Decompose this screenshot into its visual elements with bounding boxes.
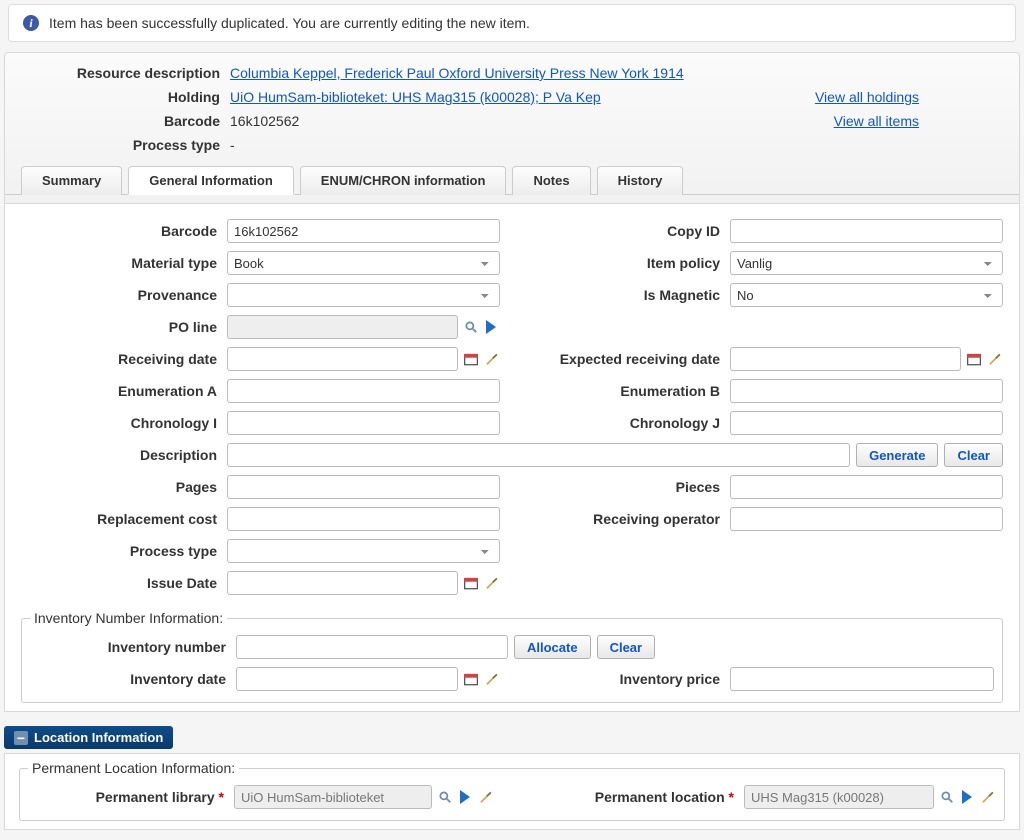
permanent-location-fieldset: Permanent Location Information: Permanen… bbox=[19, 760, 1005, 821]
tab-general-information[interactable]: General Information bbox=[128, 166, 294, 195]
general-information-form: Barcode Copy ID Material type Book Item … bbox=[4, 204, 1020, 712]
inventory-number-label: Inventory number bbox=[30, 639, 236, 655]
resource-description-link[interactable]: Columbia Keppel, Frederick Paul Oxford U… bbox=[230, 65, 684, 81]
info-icon: i bbox=[23, 15, 39, 31]
expected-receiving-date-input[interactable] bbox=[730, 347, 961, 371]
broom-icon[interactable] bbox=[482, 574, 500, 592]
clear-inventory-button[interactable]: Clear bbox=[597, 635, 656, 659]
pieces-input[interactable] bbox=[730, 475, 1003, 499]
search-icon[interactable] bbox=[938, 788, 956, 806]
view-all-items-link[interactable]: View all items bbox=[834, 113, 919, 129]
process-type-header-label: Process type bbox=[35, 137, 230, 153]
holding-link[interactable]: UiO HumSam-biblioteket: UHS Mag315 (k000… bbox=[230, 89, 601, 105]
chronology-j-input[interactable] bbox=[730, 411, 1003, 435]
tab-notes[interactable]: Notes bbox=[512, 166, 590, 195]
copy-id-input[interactable] bbox=[730, 219, 1003, 243]
chronology-i-input[interactable] bbox=[227, 411, 500, 435]
material-type-label: Material type bbox=[21, 255, 227, 271]
go-arrow-icon[interactable] bbox=[456, 788, 474, 806]
inventory-price-label: Inventory price bbox=[524, 671, 730, 687]
clear-description-button[interactable]: Clear bbox=[944, 443, 1003, 467]
copy-id-label: Copy ID bbox=[524, 223, 730, 239]
inventory-number-legend: Inventory Number Information: bbox=[30, 610, 227, 626]
broom-icon[interactable] bbox=[978, 788, 996, 806]
process-type-label: Process type bbox=[21, 543, 227, 559]
is-magnetic-label: Is Magnetic bbox=[524, 287, 730, 303]
barcode-header-value: 16k102562 bbox=[230, 113, 299, 129]
pages-input[interactable] bbox=[227, 475, 500, 499]
info-message: Item has been successfully duplicated. Y… bbox=[49, 15, 530, 31]
location-information-header[interactable]: − Location Information bbox=[4, 726, 173, 749]
enumeration-a-input[interactable] bbox=[227, 379, 500, 403]
tabs: Summary General Information ENUM/CHRON i… bbox=[5, 165, 1019, 195]
item-header: Resource description Columbia Keppel, Fr… bbox=[4, 52, 1020, 204]
inventory-price-input[interactable] bbox=[730, 667, 994, 691]
collapse-icon: − bbox=[14, 731, 28, 745]
material-type-select[interactable]: Book bbox=[227, 251, 500, 275]
calendar-icon[interactable] bbox=[462, 670, 480, 688]
item-policy-select[interactable]: Vanlig bbox=[730, 251, 1003, 275]
info-bar: i Item has been successfully duplicated.… bbox=[8, 4, 1016, 42]
enumeration-b-input[interactable] bbox=[730, 379, 1003, 403]
inventory-date-input[interactable] bbox=[236, 667, 458, 691]
chronology-i-label: Chronology I bbox=[21, 415, 227, 431]
pages-label: Pages bbox=[21, 479, 227, 495]
item-policy-label: Item policy bbox=[524, 255, 730, 271]
permanent-library-input[interactable] bbox=[234, 785, 432, 809]
replacement-cost-label: Replacement cost bbox=[21, 511, 227, 527]
location-information-panel: Permanent Location Information: Permanen… bbox=[4, 753, 1020, 830]
permanent-location-legend: Permanent Location Information: bbox=[28, 760, 239, 776]
description-input[interactable] bbox=[227, 443, 850, 467]
broom-icon[interactable] bbox=[482, 670, 500, 688]
enumeration-a-label: Enumeration A bbox=[21, 383, 227, 399]
broom-icon[interactable] bbox=[476, 788, 494, 806]
resource-description-label: Resource description bbox=[35, 65, 230, 81]
calendar-icon[interactable] bbox=[462, 574, 480, 592]
po-line-label: PO line bbox=[21, 319, 227, 335]
provenance-select[interactable] bbox=[227, 283, 500, 307]
receiving-operator-input[interactable] bbox=[730, 507, 1003, 531]
search-icon[interactable] bbox=[462, 318, 480, 336]
barcode-input[interactable] bbox=[227, 219, 500, 243]
tab-enum-chron[interactable]: ENUM/CHRON information bbox=[300, 166, 507, 195]
generate-button[interactable]: Generate bbox=[856, 443, 938, 467]
inventory-number-input[interactable] bbox=[236, 635, 508, 659]
pieces-label: Pieces bbox=[524, 479, 730, 495]
permanent-library-label: Permanent library * bbox=[28, 789, 234, 805]
enumeration-b-label: Enumeration B bbox=[524, 383, 730, 399]
calendar-icon[interactable] bbox=[965, 350, 983, 368]
provenance-label: Provenance bbox=[21, 287, 227, 303]
view-all-holdings-link[interactable]: View all holdings bbox=[815, 89, 919, 105]
holding-label: Holding bbox=[35, 89, 230, 105]
process-type-select[interactable] bbox=[227, 539, 500, 563]
tab-history[interactable]: History bbox=[597, 166, 684, 195]
receiving-operator-label: Receiving operator bbox=[524, 511, 730, 527]
barcode-label: Barcode bbox=[21, 223, 227, 239]
broom-icon[interactable] bbox=[482, 350, 500, 368]
issue-date-input[interactable] bbox=[227, 571, 458, 595]
tab-summary[interactable]: Summary bbox=[21, 166, 122, 195]
replacement-cost-input[interactable] bbox=[227, 507, 500, 531]
location-information-title: Location Information bbox=[34, 730, 163, 745]
is-magnetic-select[interactable]: No bbox=[730, 283, 1003, 307]
process-type-header-value: - bbox=[230, 137, 235, 153]
barcode-header-label: Barcode bbox=[35, 113, 230, 129]
expected-receiving-date-label: Expected receiving date bbox=[524, 351, 730, 367]
po-line-input[interactable] bbox=[227, 315, 458, 339]
allocate-button[interactable]: Allocate bbox=[514, 635, 591, 659]
calendar-icon[interactable] bbox=[462, 350, 480, 368]
receiving-date-label: Receiving date bbox=[21, 351, 227, 367]
issue-date-label: Issue Date bbox=[21, 575, 227, 591]
inventory-number-fieldset: Inventory Number Information: Inventory … bbox=[21, 610, 1003, 703]
description-label: Description bbox=[21, 447, 227, 463]
search-icon[interactable] bbox=[436, 788, 454, 806]
go-arrow-icon[interactable] bbox=[482, 318, 500, 336]
broom-icon[interactable] bbox=[985, 350, 1003, 368]
permanent-location-label: Permanent location * bbox=[514, 789, 744, 805]
chronology-j-label: Chronology J bbox=[524, 415, 730, 431]
receiving-date-input[interactable] bbox=[227, 347, 458, 371]
permanent-location-input[interactable] bbox=[744, 785, 934, 809]
inventory-date-label: Inventory date bbox=[30, 671, 236, 687]
go-arrow-icon[interactable] bbox=[958, 788, 976, 806]
